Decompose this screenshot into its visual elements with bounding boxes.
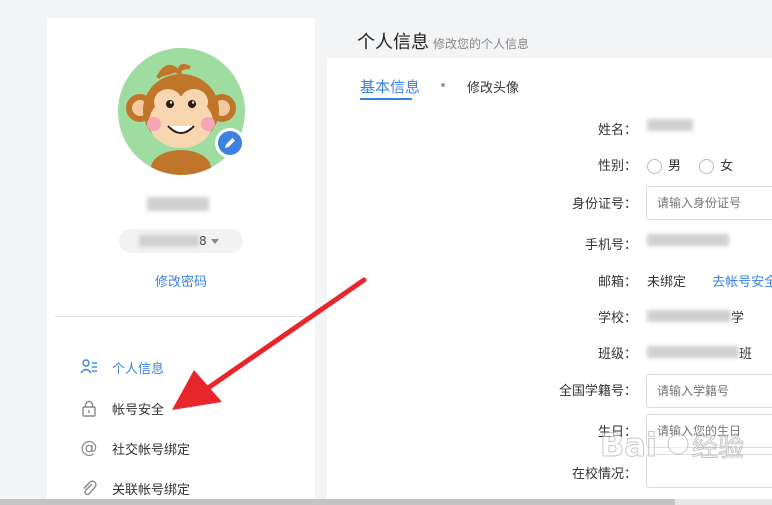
baidu-jingyan-watermark: Bai 经验 — [600, 418, 750, 482]
arrow-head — [172, 370, 222, 410]
horizontal-scrollbar[interactable] — [0, 499, 772, 505]
scrollbar-thumb[interactable] — [0, 499, 675, 505]
svg-text:经验: 经验 — [692, 433, 744, 463]
svg-text:Bai: Bai — [600, 426, 657, 464]
arrow-shaft — [205, 277, 367, 391]
